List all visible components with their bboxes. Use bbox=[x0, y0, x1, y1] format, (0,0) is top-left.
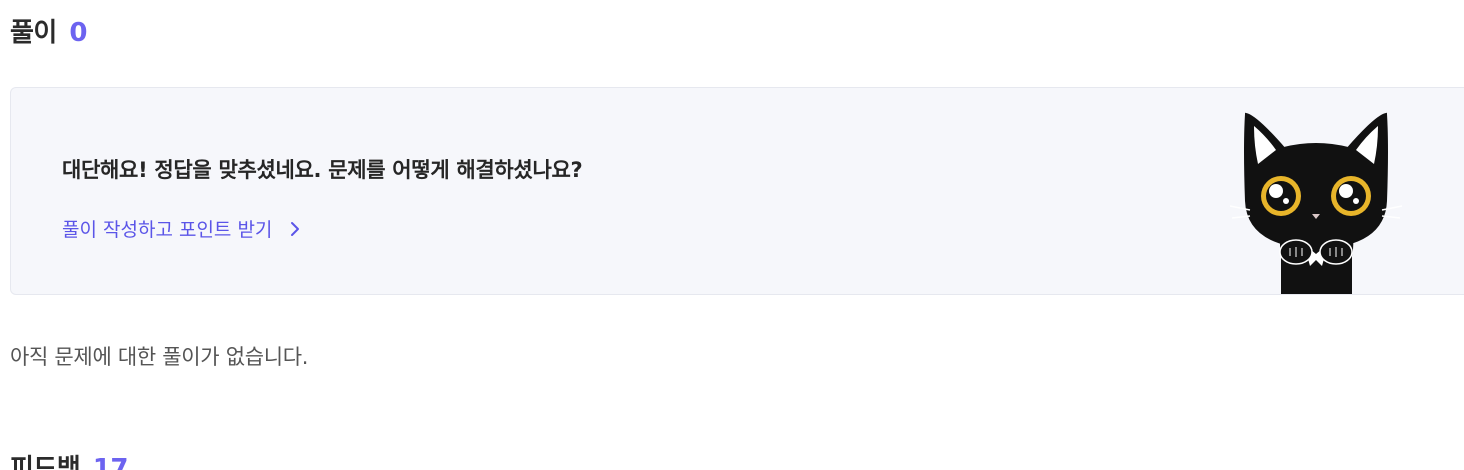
solutions-count: 0 bbox=[69, 18, 87, 48]
solutions-header: 풀이 0 bbox=[10, 12, 87, 49]
write-solution-card: 대단해요! 정답을 맞추셨네요. 문제를 어떻게 해결하셨나요? 풀이 작성하고… bbox=[10, 87, 1464, 295]
solutions-page: 풀이 0 대단해요! 정답을 맞추셨네요. 문제를 어떻게 해결하셨나요? 풀이… bbox=[0, 0, 1464, 470]
feedback-header: 피드백 17 bbox=[10, 448, 129, 470]
chevron-right-icon bbox=[291, 221, 300, 236]
solutions-title: 풀이 bbox=[10, 18, 57, 48]
feedback-title: 피드백 bbox=[10, 454, 81, 470]
feedback-count: 17 bbox=[92, 454, 129, 470]
congrats-message: 대단해요! 정답을 맞추셨네요. 문제를 어떻게 해결하셨나요? bbox=[62, 158, 583, 182]
write-solution-label: 풀이 작성하고 포인트 받기 bbox=[62, 219, 273, 241]
empty-solutions-message: 아직 문제에 대한 풀이가 없습니다. bbox=[10, 345, 309, 369]
write-solution-link[interactable]: 풀이 작성하고 포인트 받기 bbox=[62, 215, 304, 242]
black-cat-icon bbox=[1229, 112, 1403, 294]
